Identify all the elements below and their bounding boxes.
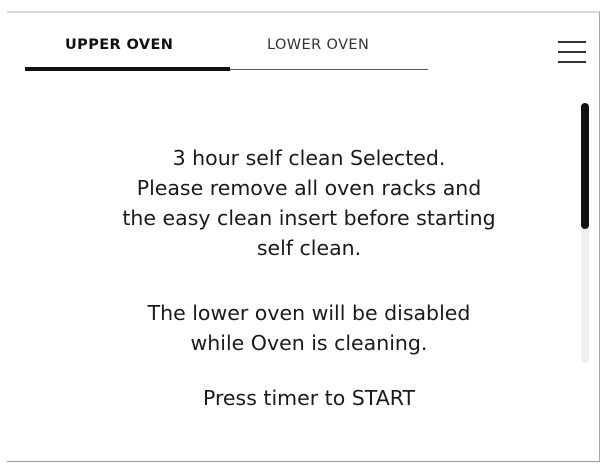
scrollbar[interactable]	[581, 103, 589, 363]
oven-panel: UPPER OVEN LOWER OVEN 3 hour self clean …	[7, 11, 600, 462]
start-instruction: Press timer to START	[202, 386, 416, 410]
tab-upper-oven[interactable]: UPPER OVEN	[65, 37, 173, 53]
message-line: Please remove all oven racks and	[136, 176, 482, 200]
self-clean-message: 3 hour self clean Selected. Please remov…	[69, 143, 549, 413]
hamburger-menu-icon[interactable]	[558, 39, 586, 65]
active-tab-indicator	[25, 67, 230, 71]
tab-lower-oven[interactable]: LOWER OVEN	[267, 37, 369, 53]
message-line: The lower oven will be disabled	[147, 301, 471, 325]
scrollbar-thumb[interactable]	[581, 103, 589, 229]
message-line: self clean.	[256, 236, 362, 260]
tab-divider-line	[230, 69, 428, 70]
message-line: while Oven is cleaning.	[190, 331, 428, 355]
message-line: the easy clean insert before starting	[122, 206, 496, 230]
message-line: 3 hour self clean Selected.	[172, 146, 446, 170]
